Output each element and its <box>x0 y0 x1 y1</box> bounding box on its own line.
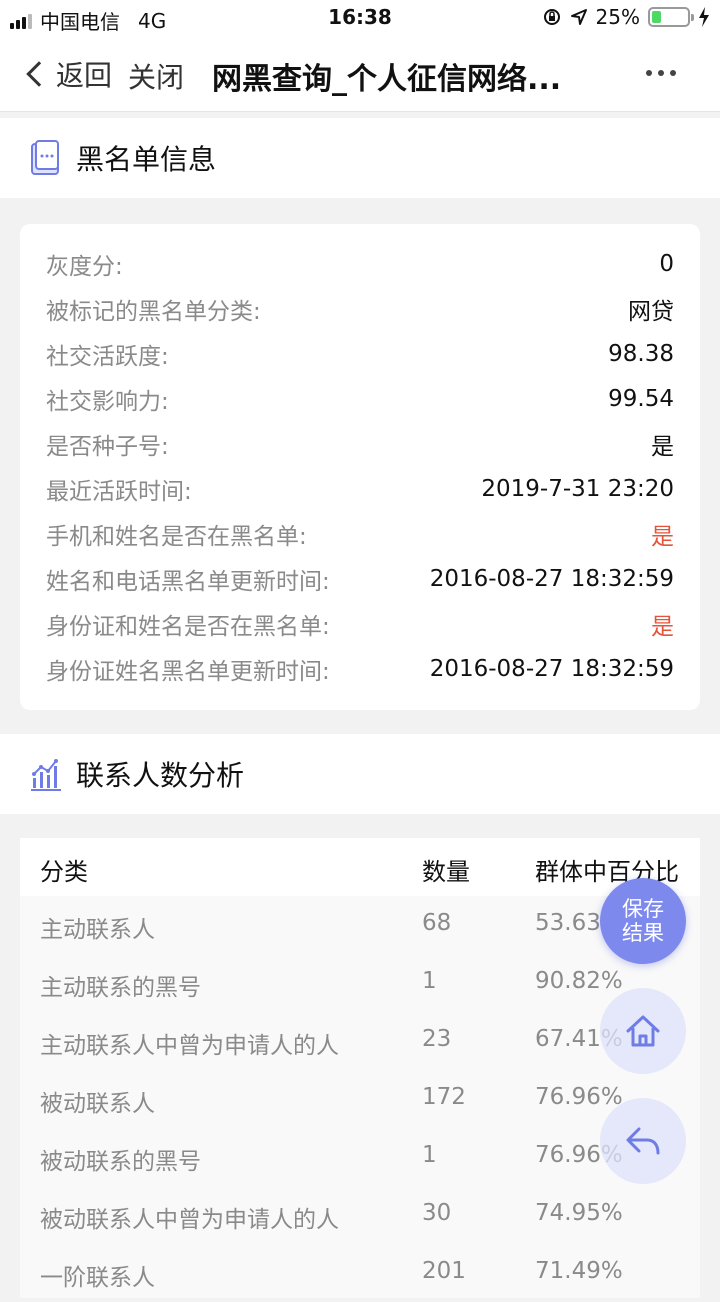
info-row-phone-name-updated: 姓名和电话黑名单更新时间: 2016-08-27 18:32:59 <box>46 566 674 595</box>
navigation-bar: 返回 关闭 网黑查询_个人征信网络... <box>0 36 720 112</box>
back-label: 返回 <box>56 59 113 92</box>
return-button[interactable] <box>600 1098 686 1184</box>
section-title: 联系人数分析 <box>76 759 245 792</box>
network-type: 4G <box>138 8 167 33</box>
blacklist-card-icon <box>31 140 59 175</box>
contacts-table: 分类 数量 群体中百分比 主动联系人 68 53.63% 主动联系的黑号 1 9… <box>20 838 700 1298</box>
blacklist-info-card: 灰度分: 0 被标记的黑名单分类: 网贷 社交活跃度: 98.38 社交影响力: 99.… <box>20 224 700 710</box>
status-left: 中国电信 4G <box>10 6 166 35</box>
info-row-blacklist-category: 被标记的黑名单分类: 网贷 <box>46 299 674 325</box>
page-title: 网黑查询_个人征信网络... <box>212 62 562 97</box>
battery-percent: 25% <box>595 5 640 29</box>
bar-chart-icon <box>31 759 61 791</box>
table-row: 被动联系人 172 76.96% <box>40 1084 623 1117</box>
chevron-left-icon <box>26 61 52 87</box>
table-row: 主动联系人 68 53.63% <box>40 910 623 943</box>
table-row: 被动联系人中曾为申请人的人 30 74.95% <box>40 1200 623 1233</box>
location-arrow-icon <box>570 9 587 25</box>
info-row-phone-name-blacklisted: 手机和姓名是否在黑名单: 是 <box>46 524 674 550</box>
table-row: 被动联系的黑号 1 76.96% <box>40 1142 623 1175</box>
table-row: 主动联系的黑号 1 90.82% <box>40 968 623 1001</box>
table-row: 主动联系人中曾为申请人的人 23 67.41% <box>40 1026 623 1059</box>
info-row-seed-number: 是否种子号: 是 <box>46 434 674 460</box>
contacts-section-header: 联系人数分析 <box>0 734 720 814</box>
table-row: 一阶联系人 201 71.49% <box>40 1258 623 1291</box>
more-options-icon[interactable] <box>646 70 676 76</box>
info-row-id-name-updated: 身份证姓名黑名单更新时间: 2016-08-27 18:32:59 <box>46 656 674 685</box>
orientation-lock-icon <box>543 9 560 25</box>
info-row-social-influence: 社交影响力: 99.54 <box>46 386 674 415</box>
back-button[interactable]: 返回 <box>24 54 112 94</box>
info-row-social-activity: 社交活跃度: 98.38 <box>46 341 674 370</box>
charging-bolt-icon <box>699 7 709 27</box>
save-label-line2: 结果 <box>622 921 664 945</box>
signal-icon <box>10 13 32 29</box>
header-category: 分类 <box>40 858 88 886</box>
table-header: 分类 数量 群体中百分比 <box>20 838 700 896</box>
info-row-id-name-blacklisted: 身份证和姓名是否在黑名单: 是 <box>46 614 674 640</box>
info-row-gray-score: 灰度分: 0 <box>46 251 674 280</box>
battery-icon <box>648 7 694 27</box>
save-result-button[interactable]: 保存 结果 <box>600 878 686 964</box>
home-button[interactable] <box>600 988 686 1074</box>
save-label-line1: 保存 <box>622 897 664 921</box>
blacklist-section-header: 黑名单信息 <box>0 118 720 198</box>
reply-arrow-icon <box>626 1127 660 1155</box>
section-title: 黑名单信息 <box>76 143 217 176</box>
close-button[interactable]: 关闭 <box>128 56 184 96</box>
status-right: 25% <box>542 5 710 29</box>
info-row-last-active: 最近活跃时间: 2019-7-31 23:20 <box>46 476 674 505</box>
status-bar: 中国电信 4G 16:38 25% <box>0 0 720 36</box>
carrier-name: 中国电信 <box>40 10 120 34</box>
home-icon <box>626 1015 660 1047</box>
header-count: 数量 <box>422 858 470 886</box>
